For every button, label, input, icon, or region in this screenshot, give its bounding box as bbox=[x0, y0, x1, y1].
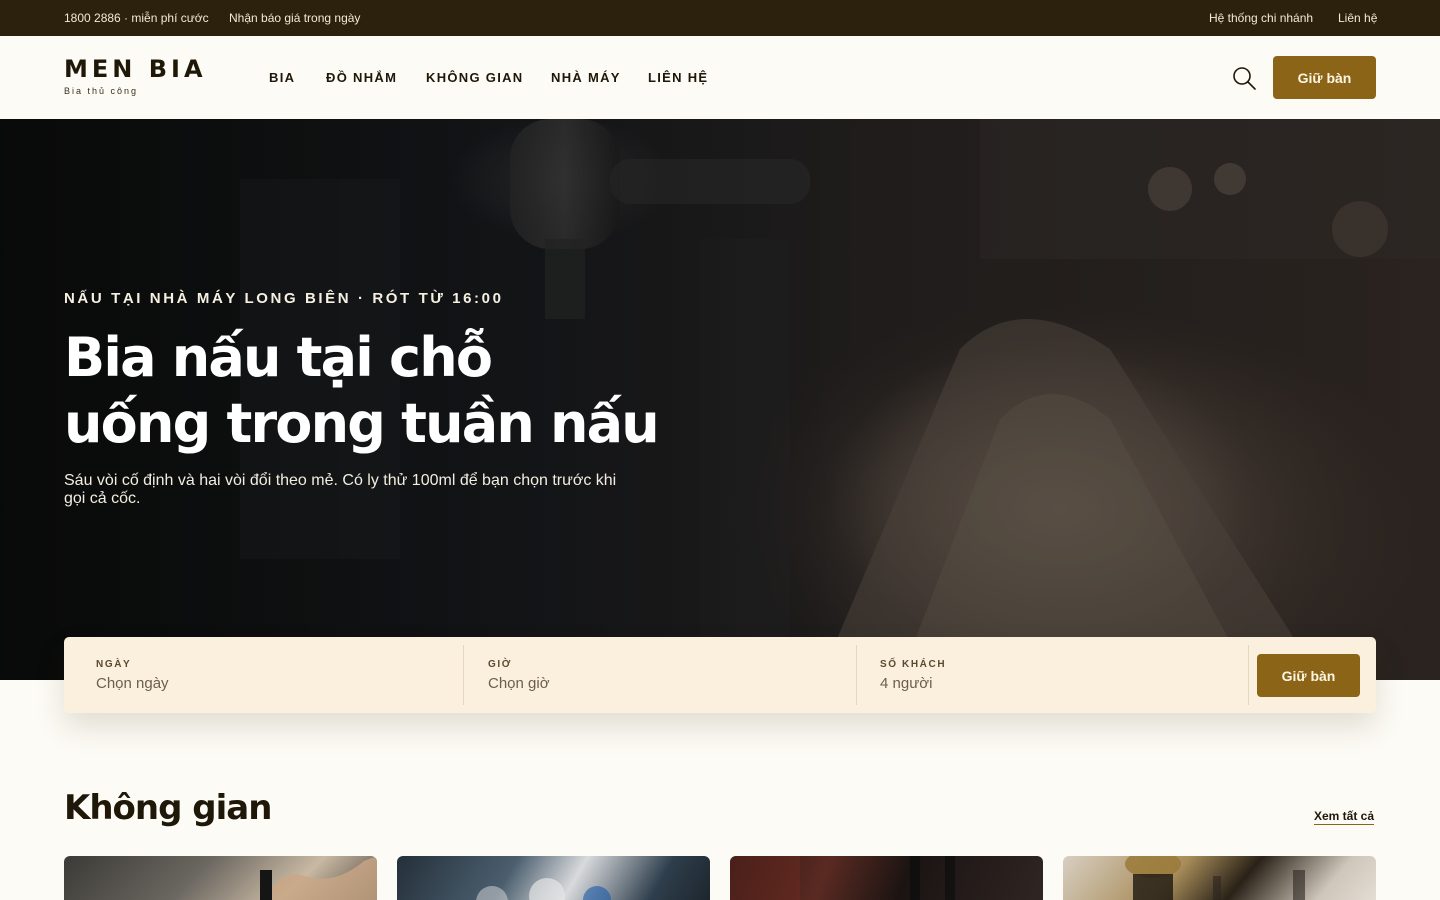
nav-item-beer[interactable]: BIA bbox=[269, 70, 295, 85]
time-value: Chọn giờ bbox=[488, 675, 550, 692]
branches-link[interactable]: Hệ thống chi nhánh bbox=[1209, 11, 1313, 25]
see-all-link[interactable]: Xem tất cả bbox=[1314, 809, 1375, 825]
date-field[interactable]: NGÀY Chọn ngày bbox=[64, 637, 464, 713]
quote-link[interactable]: Nhận báo giá trong ngày bbox=[229, 11, 360, 25]
guests-label: SỐ KHÁCH bbox=[880, 659, 947, 670]
booking-bar: NGÀY Chọn ngày GIỜ Chọn giờ SỐ KHÁCH 4 n… bbox=[64, 637, 1376, 713]
contact-link[interactable]: Liên hệ bbox=[1338, 11, 1377, 25]
top-bar: 1800 2886 · miễn phí cước Nhận báo giá t… bbox=[0, 0, 1440, 36]
search-icon bbox=[1233, 67, 1256, 90]
space-card-image bbox=[730, 856, 955, 900]
field-divider bbox=[1248, 645, 1249, 705]
hotline-link[interactable]: 1800 2886 · miễn phí cước bbox=[64, 11, 209, 25]
hero-title-line-2: uống trong tuần nấu bbox=[64, 392, 660, 455]
space-card-3[interactable] bbox=[730, 856, 1043, 900]
guests-field[interactable]: SỐ KHÁCH 4 người bbox=[848, 637, 1248, 713]
space-card-image bbox=[476, 878, 611, 900]
hero-eyebrow: NẤU TẠI NHÀ MÁY LONG BIÊN · RÓT TỪ 16:00 bbox=[64, 290, 504, 307]
hero-description: Sáu vòi cố định và hai vòi đổi theo mẻ. … bbox=[64, 472, 617, 507]
reserve-button[interactable]: Giữ bàn bbox=[1273, 56, 1376, 99]
logo[interactable]: MEN BIA Bia thủ công bbox=[64, 56, 207, 96]
hero-title: Bia nấu tại chỗ uống trong tuần nấu bbox=[64, 325, 784, 457]
space-card-2[interactable] bbox=[397, 856, 710, 900]
space-card-4[interactable] bbox=[1063, 856, 1376, 900]
nav-item-food[interactable]: ĐỒ NHẮM bbox=[326, 70, 397, 85]
logo-wordmark: MEN BIA bbox=[64, 55, 207, 83]
hero-banner: NẤU TẠI NHÀ MÁY LONG BIÊN · RÓT TỪ 16:00… bbox=[0, 119, 1440, 680]
nav-item-space[interactable]: KHÔNG GIAN bbox=[426, 70, 524, 85]
logo-tagline: Bia thủ công bbox=[64, 86, 139, 96]
time-field[interactable]: GIỜ Chọn giờ bbox=[456, 637, 856, 713]
time-label: GIỜ bbox=[488, 659, 512, 670]
space-card-image bbox=[260, 856, 377, 900]
space-card-image bbox=[1125, 856, 1305, 900]
main-header: MEN BIA Bia thủ công BIA ĐỒ NHẮM KHÔNG G… bbox=[0, 36, 1440, 119]
hero-title-line-1: Bia nấu tại chỗ bbox=[64, 326, 493, 389]
search-button[interactable] bbox=[1230, 64, 1258, 92]
nav-item-brewery[interactable]: NHÀ MÁY bbox=[551, 70, 621, 85]
date-value: Chọn ngày bbox=[96, 675, 169, 692]
space-card-1[interactable] bbox=[64, 856, 377, 900]
guests-value: 4 người bbox=[880, 675, 933, 692]
date-label: NGÀY bbox=[96, 659, 132, 670]
section-title: Không gian bbox=[64, 788, 272, 828]
booking-submit-button[interactable]: Giữ bàn bbox=[1257, 654, 1360, 697]
nav-item-contact[interactable]: LIÊN HỆ bbox=[648, 70, 708, 85]
